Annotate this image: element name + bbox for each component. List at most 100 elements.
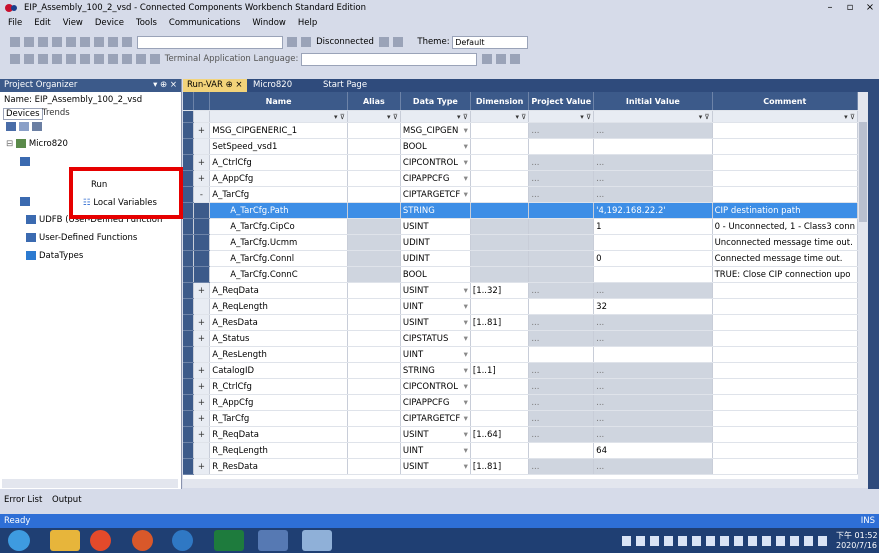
cell-project-value[interactable]: ... [528, 170, 595, 187]
cell-comment[interactable] [712, 154, 858, 171]
cell-dimension[interactable] [470, 186, 530, 203]
search-taskbar-icon[interactable] [302, 530, 332, 551]
row-header[interactable] [183, 314, 194, 331]
col-initial-value[interactable]: Initial Value [593, 92, 713, 111]
cell-alias[interactable] [347, 250, 401, 267]
table-row[interactable]: A_TarCfg.CipCo USINT 1 0 - Unconnected, 1 -… [183, 218, 858, 235]
row-header[interactable] [183, 250, 194, 267]
scroll-thumb[interactable] [859, 122, 867, 222]
cell-dimension[interactable] [470, 394, 530, 411]
filter-dimension[interactable]: ▾ ⊽ [470, 110, 530, 123]
cell-dimension[interactable] [470, 266, 530, 283]
table-row[interactable]: + A_ReqData USINT ▾ [1..32]...... [183, 282, 858, 299]
minimize-button[interactable]: – [822, 2, 838, 15]
cell-project-value[interactable] [528, 266, 595, 283]
maximize-button[interactable]: ▫ [842, 2, 858, 15]
cell-alias[interactable] [347, 266, 401, 283]
row-header[interactable] [183, 346, 194, 363]
menu-tools[interactable]: Tools [136, 18, 157, 28]
cell-initial-value[interactable]: ... [593, 426, 713, 443]
expand-toggle[interactable]: + [193, 458, 211, 475]
save-icon[interactable] [38, 37, 48, 47]
panel-pin-icon[interactable]: ▾ ⊕ × [153, 80, 177, 90]
cell-comment[interactable] [712, 346, 858, 363]
filter-alias[interactable]: ▾ ⊽ [347, 110, 401, 123]
table-row[interactable]: + A_ResData USINT ▾ [1..81]...... [183, 314, 858, 331]
cell-initial-value[interactable]: ... [593, 186, 713, 203]
expand-toggle[interactable] [193, 234, 211, 251]
row-header[interactable] [183, 154, 194, 171]
tree-item-programs[interactable] [20, 157, 33, 167]
cell-data-type[interactable]: STRING [400, 202, 471, 219]
expand-toggle[interactable]: + [193, 394, 211, 411]
col-name[interactable]: Name [209, 92, 348, 111]
dropdown-arrow-icon[interactable]: ▾ [464, 414, 468, 424]
cell-alias[interactable] [347, 138, 401, 155]
cell-data-type[interactable]: CIPSTATUS ▾ [400, 330, 471, 347]
row-header[interactable] [183, 458, 194, 475]
cell-alias[interactable] [347, 170, 401, 187]
paste-icon[interactable] [80, 37, 90, 47]
row-header[interactable] [183, 394, 194, 411]
expand-toggle[interactable]: + [193, 426, 211, 443]
tab-micro820[interactable]: Micro820 [249, 79, 296, 92]
cell-alias[interactable] [347, 122, 401, 139]
expand-toggle[interactable]: + [193, 154, 211, 171]
tab-pin-icon[interactable]: ⊕ [226, 80, 233, 90]
cell-name[interactable]: R_ReqLength [209, 442, 348, 459]
cell-data-type[interactable]: CIPTARGETCF ▾ [400, 410, 471, 427]
cell-dimension[interactable] [470, 154, 530, 171]
cell-dimension[interactable] [470, 410, 530, 427]
table-row[interactable]: A_TarCfg.Ucmm UDINT Unconnected message ti… [183, 234, 858, 251]
cell-data-type[interactable]: MSG_CIPGEN ▾ [400, 122, 471, 139]
cell-initial-value[interactable]: ... [593, 378, 713, 395]
dropdown-arrow-icon[interactable]: ▾ [464, 174, 468, 184]
row-header[interactable] [183, 138, 194, 155]
start-button[interactable] [8, 530, 30, 551]
cell-alias[interactable] [347, 202, 401, 219]
cell-project-value[interactable]: ... [528, 458, 595, 475]
expand-toggle[interactable]: + [193, 330, 211, 347]
search-combo[interactable] [136, 35, 283, 49]
table-row[interactable]: + R_AppCfg CIPAPPCFG ▾...... [183, 394, 858, 411]
cell-initial-value[interactable]: 0 [593, 250, 713, 267]
menu-device[interactable]: Device [95, 18, 124, 28]
cell-name[interactable]: R_ResData [209, 458, 348, 475]
cell-data-type[interactable]: USINT ▾ [400, 282, 471, 299]
copy-icon[interactable] [66, 37, 76, 47]
dropdown-arrow-icon[interactable]: ▾ [464, 158, 468, 168]
row-header[interactable] [183, 442, 194, 459]
cell-data-type[interactable]: USINT ▾ [400, 314, 471, 331]
new-project-icon[interactable] [10, 37, 20, 47]
tab-output[interactable]: Output [52, 495, 82, 505]
row-header[interactable] [183, 378, 194, 395]
cell-project-value[interactable] [528, 250, 595, 267]
chrome-icon[interactable] [90, 530, 111, 551]
cell-comment[interactable] [712, 282, 858, 299]
expand-toggle[interactable]: + [193, 362, 211, 379]
dropdown-arrow-icon[interactable]: ▾ [464, 446, 468, 456]
cell-initial-value[interactable]: ... [593, 282, 713, 299]
tab-close-icon[interactable]: × [235, 80, 242, 90]
expand-toggle[interactable] [193, 442, 211, 459]
cell-initial-value[interactable] [593, 138, 713, 155]
media-icon[interactable] [132, 530, 153, 551]
cell-project-value[interactable] [528, 442, 595, 459]
cell-initial-value[interactable]: ... [593, 154, 713, 171]
add-device-icon[interactable] [6, 122, 16, 131]
cell-data-type[interactable]: USINT ▾ [400, 426, 471, 443]
cell-dimension[interactable] [470, 330, 530, 347]
cell-alias[interactable] [347, 314, 401, 331]
cell-project-value[interactable]: ... [528, 378, 595, 395]
dropdown-arrow-icon[interactable]: ▾ [464, 126, 468, 136]
cell-data-type[interactable]: USINT ▾ [400, 458, 471, 475]
cell-name[interactable]: R_AppCfg [209, 394, 348, 411]
cell-data-type[interactable]: CIPAPPCFG ▾ [400, 394, 471, 411]
col-comment[interactable]: Comment [712, 92, 858, 111]
dropdown-arrow-icon[interactable]: ▾ [464, 286, 468, 296]
cell-project-value[interactable]: ... [528, 362, 595, 379]
breakpoint-icon[interactable] [38, 54, 48, 64]
cell-alias[interactable] [347, 458, 401, 475]
cell-alias[interactable] [347, 186, 401, 203]
col-dimension[interactable]: Dimension [470, 92, 530, 111]
